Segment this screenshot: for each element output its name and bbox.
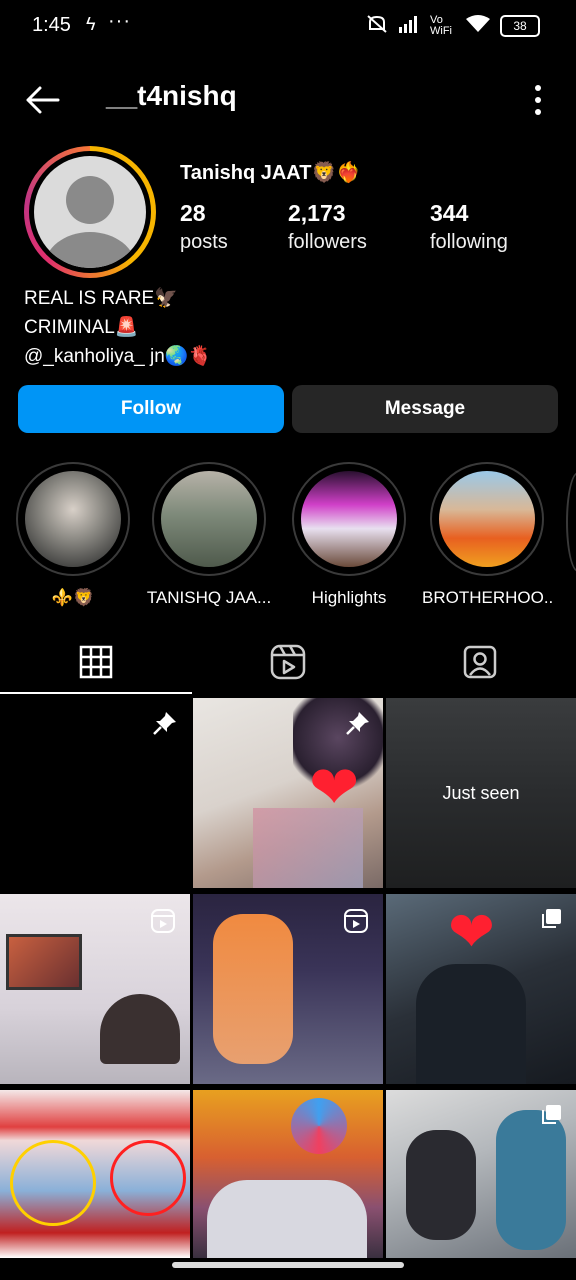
multiple-photos-icon [540, 1104, 562, 1126]
display-name: Tanishq JAAT🦁❤️‍🔥 [180, 162, 362, 184]
reels-tab-icon[interactable] [268, 642, 308, 682]
charging-bolt-icon: ϟ [86, 14, 96, 34]
grid-post[interactable] [193, 1090, 383, 1258]
bio-line: CRIMINAL🚨 [24, 317, 139, 338]
posts-stat[interactable]: 28 posts [180, 200, 228, 254]
posts-count: 28 [180, 200, 206, 226]
post-person-shape [213, 914, 293, 1064]
post-disco-ball [291, 1098, 347, 1154]
just-seen-label: Just seen [442, 782, 520, 803]
highlight-cover [439, 471, 535, 567]
profile-header: __t4nishq [0, 60, 576, 136]
highlight-cover [301, 471, 397, 567]
mute-icon [366, 14, 388, 37]
bio: REAL IS RARE🦅 CRIMINAL🚨 @_kanholiya_ jn🌏… [24, 284, 212, 371]
signal-icon [398, 15, 420, 36]
highlight-item-partial[interactable] [566, 472, 576, 572]
post-photo-shade [253, 808, 363, 888]
grid-post[interactable] [193, 894, 383, 1084]
highlight-label: TANISHQ JAA... [146, 588, 272, 607]
post-person-shape [416, 964, 526, 1084]
highlight-item[interactable]: TANISHQ JAA... [144, 462, 274, 608]
content-tabs [0, 632, 576, 696]
highlight-label: BROTHERHOO... [422, 588, 552, 607]
pin-icon [345, 710, 371, 736]
grid-post[interactable] [386, 1090, 576, 1258]
highlight-label: Highlights [311, 588, 387, 607]
grid-post[interactable] [0, 1090, 190, 1258]
grid-post[interactable]: ❤ [193, 698, 383, 888]
avatar-story-ring[interactable] [24, 146, 156, 278]
post-people-shape [207, 1180, 367, 1258]
grid-post[interactable] [0, 894, 190, 1084]
highlight-item[interactable]: Highlights [284, 462, 414, 608]
wifi-icon [466, 15, 490, 36]
bio-line: REAL IS RARE🦅 [24, 288, 178, 309]
followers-stat[interactable]: 2,173 followers [288, 200, 367, 254]
post-highlight-circle [10, 1140, 96, 1226]
following-stat[interactable]: 344 following [430, 200, 508, 254]
post-person-shape [406, 1130, 476, 1240]
followers-count: 2,173 [288, 200, 346, 226]
posts-label: posts [180, 231, 228, 253]
status-time: 1:45 [32, 14, 71, 36]
multiple-photos-icon [540, 908, 562, 930]
avatar [34, 156, 146, 268]
grid-post[interactable]: ❤ [386, 894, 576, 1084]
vowifi-label: Vo WiFi [430, 13, 452, 37]
battery-indicator: 38 [500, 14, 540, 37]
highlight-item[interactable]: ⚜️🦁 [8, 462, 138, 608]
following-label: following [430, 231, 508, 253]
pin-icon [152, 710, 178, 736]
active-tab-indicator [0, 692, 192, 694]
notification-dots-icon: ··· [108, 10, 131, 32]
posts-grid-tab-icon[interactable] [76, 642, 116, 682]
message-button[interactable]: Message [292, 385, 558, 433]
status-icons: Vo WiFi 38 [366, 14, 540, 37]
highlight-label: ⚜️🦁 [51, 588, 95, 607]
grid-post[interactable] [0, 698, 190, 888]
header-username: __t4nishq [106, 80, 237, 111]
bio-mention-line[interactable]: @_kanholiya_ jn🌏🫀 [24, 342, 212, 371]
back-arrow-icon[interactable] [22, 80, 62, 120]
following-count: 344 [430, 200, 469, 226]
tagged-tab-icon[interactable] [460, 642, 500, 682]
highlight-item[interactable]: BROTHERHOO... [422, 462, 552, 608]
home-indicator[interactable] [172, 1262, 404, 1268]
heart-sticker-icon: ❤ [448, 900, 495, 963]
grid-post[interactable]: Just seen [386, 698, 576, 888]
post-person-shape [100, 994, 180, 1064]
status-bar: 1:45 ϟ ··· Vo WiFi 38 [0, 0, 576, 52]
more-options-icon[interactable] [530, 82, 546, 118]
reel-icon [150, 908, 176, 934]
followers-label: followers [288, 231, 367, 253]
highlight-cover [161, 471, 257, 567]
highlight-cover [25, 471, 121, 567]
reel-icon [343, 908, 369, 934]
post-highlight-circle [110, 1140, 186, 1216]
post-person-shape [496, 1110, 566, 1250]
post-tv-shape [6, 934, 82, 990]
follow-button[interactable]: Follow [18, 385, 284, 433]
